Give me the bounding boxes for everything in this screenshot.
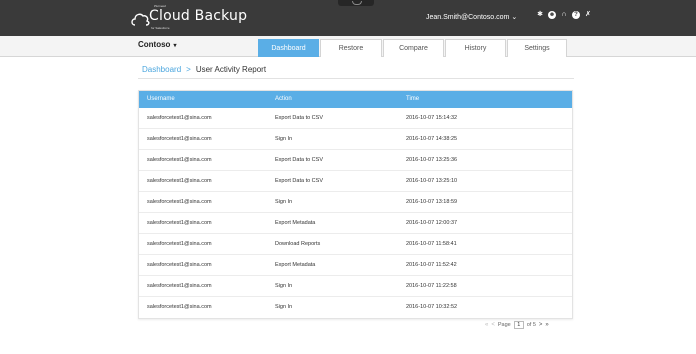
tab-restore[interactable]: Restore	[320, 39, 382, 57]
cell-username: salesforcetest1@sina.com	[147, 178, 212, 184]
cell-time: 2016-10-07 13:18:59	[406, 199, 458, 205]
cell-action: Sign In	[275, 199, 293, 205]
cell-username: salesforcetest1@sina.com	[147, 262, 212, 268]
cell-action: Export Data to CSV	[275, 178, 323, 184]
table-row: salesforcetest1@sina.com Export Data to C…	[139, 108, 572, 129]
page-number-input[interactable]: 1	[513, 321, 524, 329]
user-menu[interactable]: Jean.Smith@Contoso.com ⌄	[426, 13, 517, 21]
org-name: Contoso	[138, 40, 171, 49]
table-row: salesforcetest1@sina.com Export Data to C…	[139, 171, 572, 192]
cell-username: salesforcetest1@sina.com	[147, 199, 212, 205]
table-row: salesforcetest1@sina.com Sign In 2016-10-0…	[139, 276, 572, 297]
page-title: User Activity Report	[195, 65, 267, 74]
cell-username: salesforcetest1@sina.com	[147, 157, 212, 163]
cell-action: Export Data to CSV	[275, 115, 323, 121]
tools-icon[interactable]: ✗	[584, 11, 592, 19]
chevron-down-icon: ⌄	[511, 14, 518, 21]
cell-time: 2016-10-07 11:52:42	[406, 262, 457, 268]
sub-navigation: Contoso ▾ Dashboard Restore Compare Histo…	[0, 36, 696, 57]
column-header-username[interactable]: Username	[147, 96, 175, 102]
breadcrumb-dashboard-link[interactable]: Dashboard	[142, 65, 181, 74]
gear-icon[interactable]: ✱	[536, 11, 544, 19]
main-tabs: Dashboard Restore Compare History Settin…	[258, 39, 568, 57]
cell-time: 2016-10-07 14:38:25	[406, 136, 458, 142]
help-icon[interactable]: ?	[572, 11, 580, 19]
cell-time: 2016-10-07 13:25:36	[406, 157, 458, 163]
cell-username: salesforcetest1@sina.com	[147, 304, 212, 310]
cloud-logo-icon	[131, 13, 150, 26]
cell-time: 2016-10-07 11:22:58	[406, 283, 457, 289]
cell-action: Sign In	[275, 136, 293, 142]
last-page-button[interactable]: »	[545, 322, 548, 328]
cell-username: salesforcetest1@sina.com	[147, 115, 212, 121]
org-selector[interactable]: Contoso ▾	[138, 40, 176, 49]
table-row: salesforcetest1@sina.com Sign In 2016-10-0…	[139, 192, 572, 213]
cell-username: salesforcetest1@sina.com	[147, 136, 212, 142]
tab-settings[interactable]: Settings	[507, 39, 567, 57]
headset-icon[interactable]: ∩	[560, 11, 568, 19]
cell-username: salesforcetest1@sina.com	[147, 283, 212, 289]
page-count-label: of 5	[526, 322, 536, 328]
tab-dashboard[interactable]: Dashboard	[258, 39, 319, 57]
first-page-button[interactable]: «	[485, 322, 488, 328]
tab-history[interactable]: History	[445, 39, 506, 57]
activity-table: Username Action Time salesforcetest1@sin…	[138, 90, 573, 319]
caret-down-icon: ▾	[173, 43, 177, 49]
breadcrumb-separator: >	[186, 65, 191, 74]
cell-time: 2016-10-07 10:32:52	[406, 304, 458, 310]
table-row: salesforcetest1@sina.com Export Metadata 2…	[139, 213, 572, 234]
cell-action: Sign In	[275, 283, 293, 289]
logo-title: Cloud Backup	[149, 8, 248, 24]
cell-time: 2016-10-07 11:58:41	[406, 241, 457, 247]
table-header: Username Action Time	[139, 91, 572, 108]
column-header-action[interactable]: Action	[275, 96, 292, 102]
table-row: salesforcetest1@sina.com Export Data to C…	[139, 150, 572, 171]
tab-compare[interactable]: Compare	[383, 39, 444, 57]
cell-action: Export Data to CSV	[275, 157, 323, 163]
table-row: salesforcetest1@sina.com Export Metadata 2…	[139, 255, 572, 276]
cell-action: Export Metadata	[275, 220, 316, 226]
app-logo[interactable]: Plumeed Cloud Backup for Salesforce	[130, 3, 247, 33]
page-label: Page	[497, 322, 511, 328]
cell-time: 2016-10-07 13:25:10	[406, 178, 458, 184]
pagination: « < Page 1 of 5 > »	[485, 321, 549, 329]
next-page-button[interactable]: >	[539, 322, 543, 328]
cell-username: salesforcetest1@sina.com	[147, 241, 212, 247]
user-email: Jean.Smith@Contoso.com	[426, 14, 510, 21]
divider	[138, 78, 574, 79]
top-bar: Plumeed Cloud Backup for Salesforce Jean…	[0, 0, 696, 36]
cell-action: Download Reports	[275, 241, 321, 247]
column-header-time[interactable]: Time	[406, 96, 419, 102]
table-row: salesforcetest1@sina.com Download Reports…	[139, 234, 572, 255]
previous-page-button[interactable]: <	[491, 322, 495, 328]
cell-time: 2016-10-07 15:14:32	[406, 115, 458, 121]
cell-username: salesforcetest1@sina.com	[147, 220, 212, 226]
support-icon[interactable]: ☻	[548, 11, 556, 19]
cell-action: Export Metadata	[275, 262, 316, 268]
cell-action: Sign In	[275, 304, 293, 310]
logo-subtitle: for Salesforce	[151, 26, 170, 30]
table-row: salesforcetest1@sina.com Sign In 2016-10-0…	[139, 297, 572, 318]
table-row: salesforcetest1@sina.com Sign In 2016-10-0…	[139, 129, 572, 150]
cell-time: 2016-10-07 12:00:37	[406, 220, 458, 226]
top-pull-tab[interactable]	[338, 0, 374, 6]
breadcrumb: Dashboard > User Activity Report	[142, 65, 266, 74]
